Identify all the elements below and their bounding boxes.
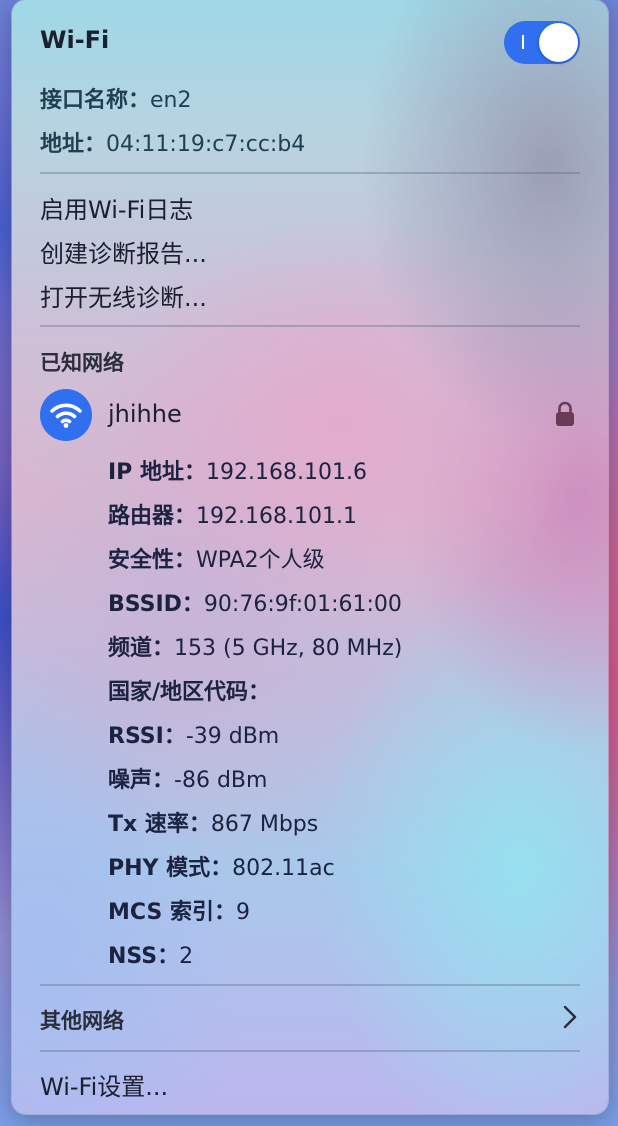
- toggle-on-mark: [522, 35, 524, 49]
- detail-value: 192.168.101.1: [196, 504, 357, 529]
- detail-row: MCS 索引：9: [108, 894, 250, 926]
- create-diagnostics-report-item[interactable]: 创建诊断报告...: [40, 234, 207, 269]
- detail-row: RSSI：-39 dBm: [108, 718, 279, 750]
- detail-value: 192.168.101.6: [205, 460, 367, 485]
- detail-label: 国家/地区代码：: [108, 680, 271, 705]
- detail-value: 802.11ac: [232, 856, 335, 881]
- wifi-toggle[interactable]: [504, 21, 580, 64]
- known-networks-heading: 已知网络: [40, 351, 124, 375]
- other-networks-label: 其他网络: [40, 1009, 124, 1033]
- divider: [40, 984, 580, 986]
- detail-row: 频道：153 (5 GHz, 80 MHz): [108, 630, 402, 662]
- detail-label: 安全性：: [108, 548, 197, 573]
- detail-value: 9: [235, 900, 250, 925]
- detail-value: WPA2个人级: [196, 548, 325, 573]
- detail-label: IP 地址：: [108, 460, 206, 485]
- detail-row: 噪声：-86 dBm: [108, 762, 267, 794]
- detail-value: 153 (5 GHz, 80 MHz): [174, 636, 403, 661]
- detail-value: 90:76:9f:01:61:00: [203, 592, 402, 617]
- detail-row: 路由器：192.168.101.1: [108, 498, 357, 530]
- network-name: jhihhe: [108, 400, 182, 428]
- toggle-knob: [539, 23, 578, 62]
- detail-value: 867 Mbps: [210, 812, 319, 837]
- chevron-right-icon: [563, 1005, 577, 1033]
- wifi-icon: [40, 389, 92, 441]
- detail-label: 路由器：: [108, 504, 197, 529]
- detail-value: 2: [179, 944, 194, 969]
- divider: [40, 325, 580, 327]
- detail-value: -39 dBm: [185, 724, 280, 749]
- detail-row: Tx 速率：867 Mbps: [108, 806, 318, 838]
- detail-label: 噪声：: [108, 768, 175, 793]
- enable-wifi-log-item[interactable]: 启用Wi-Fi日志: [40, 190, 193, 225]
- open-wireless-diagnostics-item[interactable]: 打开无线诊断...: [40, 278, 207, 313]
- address-label: 地址：: [40, 132, 107, 157]
- wifi-settings-item[interactable]: Wi-Fi设置...: [40, 1067, 168, 1102]
- divider: [40, 1050, 580, 1052]
- detail-label: MCS 索引：: [108, 900, 236, 925]
- address-row: 地址：04:11:19:c7:cc:b4: [40, 126, 305, 158]
- detail-row: 安全性：WPA2个人级: [108, 542, 325, 574]
- detail-row: IP 地址：192.168.101.6: [108, 454, 367, 486]
- detail-row: NSS：2: [108, 938, 193, 970]
- detail-row: BSSID：90:76:9f:01:61:00: [108, 586, 402, 618]
- interface-name-value: en2: [150, 88, 192, 113]
- detail-label: PHY 模式：: [108, 856, 233, 881]
- divider: [40, 172, 580, 174]
- detail-label: BSSID：: [108, 592, 204, 617]
- interface-name-label: 接口名称：: [40, 88, 151, 113]
- wifi-title: Wi-Fi: [40, 26, 110, 54]
- address-value: 04:11:19:c7:cc:b4: [106, 132, 306, 157]
- interface-name-row: 接口名称：en2: [40, 82, 192, 114]
- wifi-menu-panel: Wi-Fi 接口名称：en2 地址：04:11:19:c7:cc:b4 启用Wi…: [12, 0, 608, 1114]
- detail-value: -86 dBm: [174, 768, 268, 793]
- detail-row: PHY 模式：802.11ac: [108, 850, 335, 882]
- detail-label: 频道：: [108, 636, 175, 661]
- detail-label: RSSI：: [108, 724, 186, 749]
- detail-label: NSS：: [108, 944, 180, 969]
- lock-icon: [555, 401, 575, 431]
- detail-label: Tx 速率：: [108, 812, 211, 837]
- detail-row: 国家/地区代码：: [108, 674, 270, 706]
